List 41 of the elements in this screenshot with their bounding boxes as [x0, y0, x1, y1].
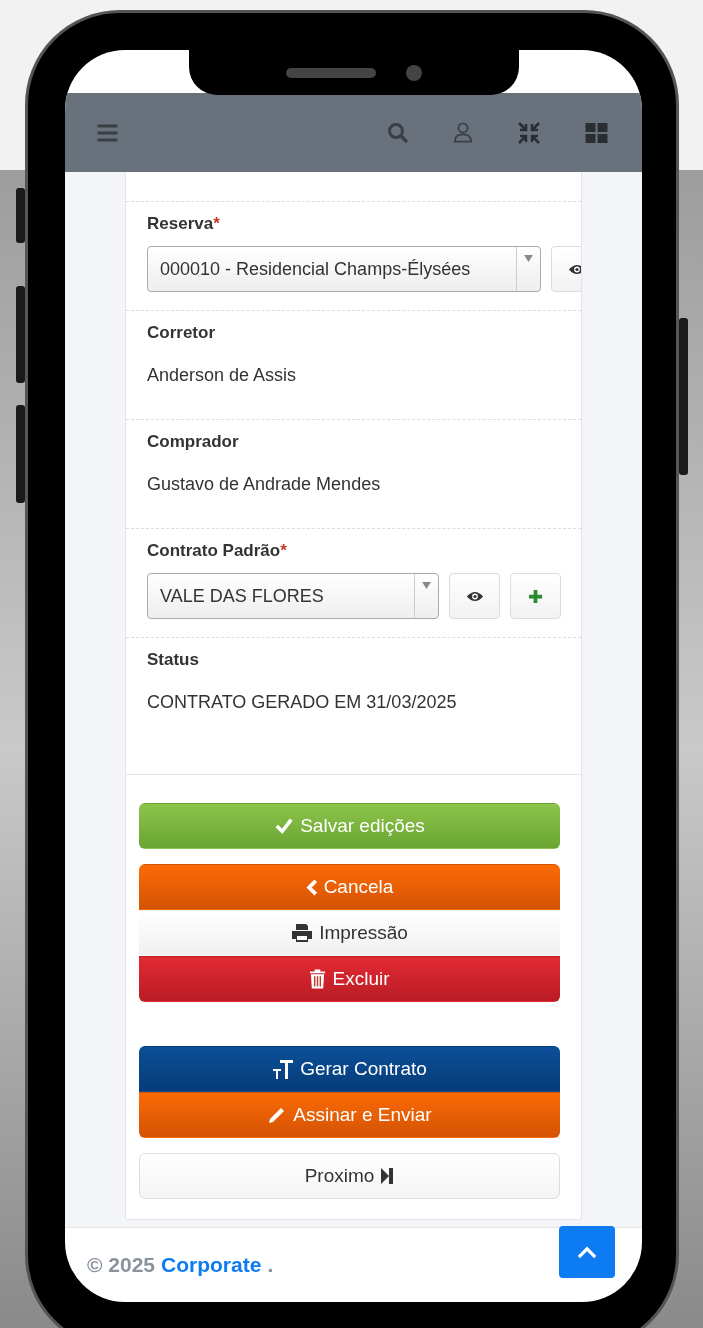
step-forward-icon — [380, 1167, 395, 1185]
required-mark: * — [280, 541, 287, 560]
field-value: CONTRATO GERADO EM 31/03/2025 — [147, 691, 458, 713]
eye-icon — [465, 589, 484, 603]
plus-icon — [528, 588, 543, 604]
field-label: Status — [147, 650, 199, 669]
add-button[interactable] — [510, 573, 561, 619]
grid-icon[interactable] — [585, 122, 608, 143]
user-icon[interactable] — [453, 121, 473, 144]
action-button[interactable]: Assinar e Enviar — [139, 1092, 560, 1138]
scroll-to-top-button[interactable] — [559, 1226, 615, 1278]
caret-icon — [422, 582, 431, 589]
view-button[interactable] — [449, 573, 500, 619]
company-link[interactable]: Corporate — [161, 1253, 262, 1277]
footer-period: . — [267, 1253, 274, 1277]
copyright-text: © 2025 — [87, 1253, 156, 1277]
check-icon — [274, 817, 295, 835]
menu-icon[interactable] — [97, 123, 118, 142]
select-field[interactable]: 000010 - Residencial Champs-Élysées — [147, 246, 541, 292]
text-size-icon — [272, 1058, 295, 1080]
camera-dot — [406, 64, 422, 81]
compress-icon[interactable] — [517, 120, 541, 145]
action-button[interactable]: Cancela — [139, 864, 560, 910]
required-mark: * — [213, 214, 220, 233]
trash-icon — [309, 968, 327, 990]
field-label: Contrato Padrão — [147, 541, 281, 560]
chevron-up-icon — [577, 1245, 597, 1259]
action-button[interactable]: Proximo — [139, 1153, 560, 1199]
printer-icon — [291, 923, 314, 943]
select-field[interactable]: VALE DAS FLORES — [147, 573, 439, 619]
search-icon[interactable] — [387, 121, 409, 144]
chevron-left-icon — [305, 878, 318, 896]
caret-icon — [524, 255, 533, 262]
action-button[interactable]: Gerar Contrato — [139, 1046, 560, 1092]
field-value: Gustavo de Andrade Mendes — [147, 473, 382, 495]
field-value: Anderson de Assis — [147, 364, 298, 386]
action-button[interactable]: Excluir — [139, 956, 560, 1002]
action-button[interactable]: Impressão — [139, 910, 560, 956]
field-label: Reserva — [147, 214, 214, 233]
field-label: Comprador — [147, 432, 239, 451]
field-label: Corretor — [147, 323, 215, 342]
